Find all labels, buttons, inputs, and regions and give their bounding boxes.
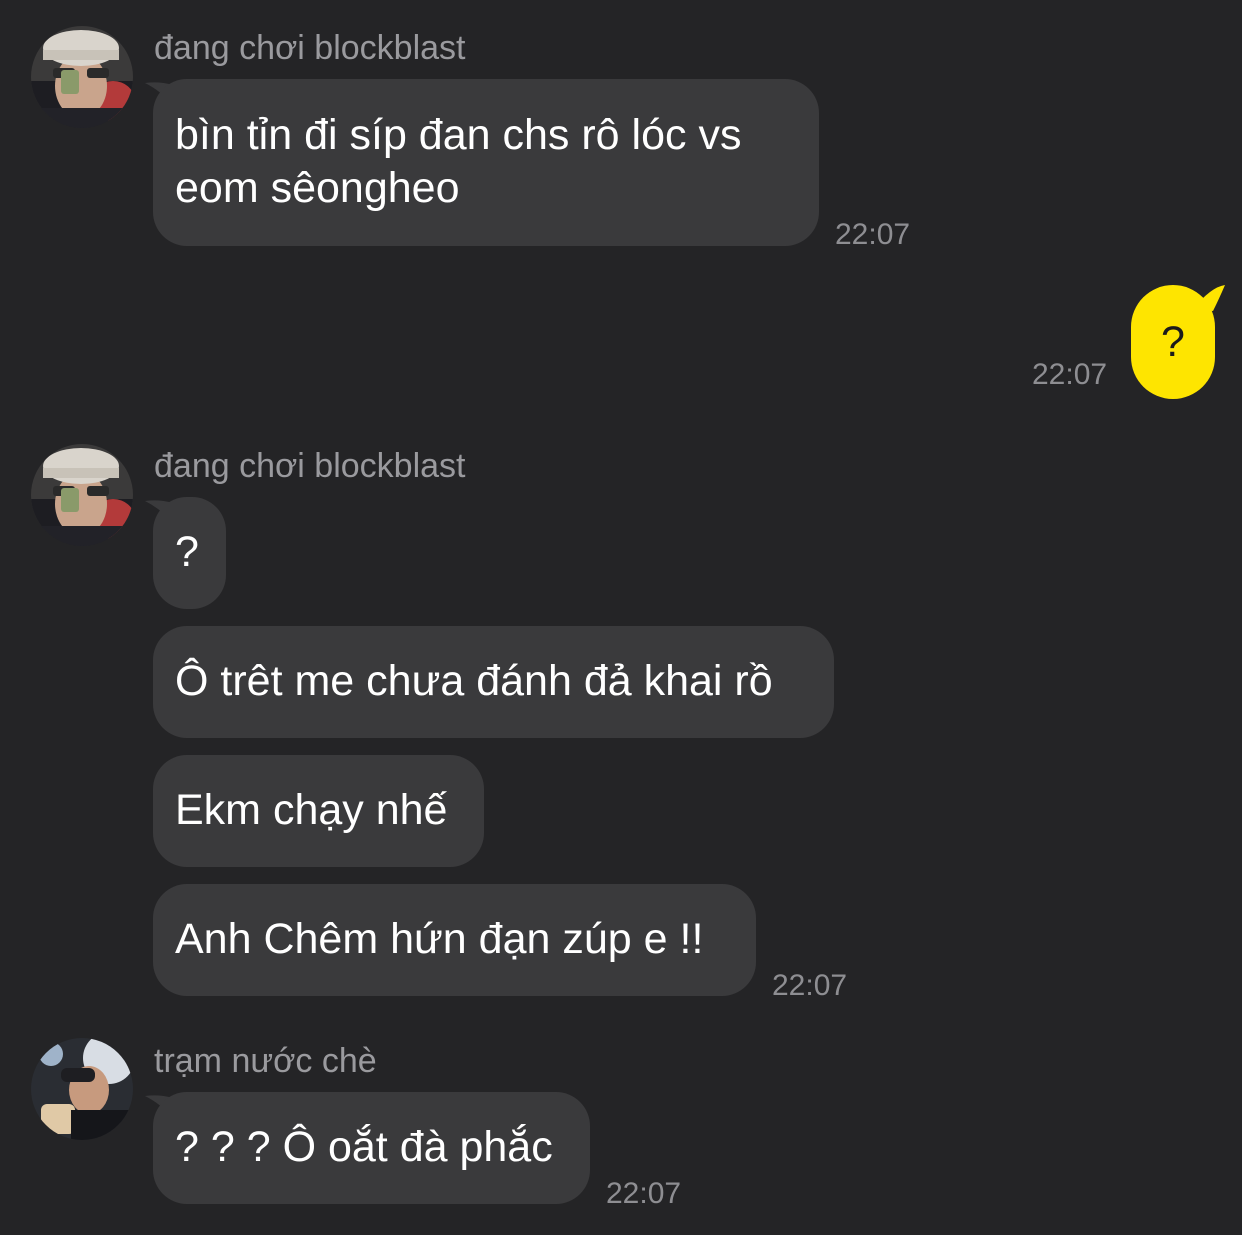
message-text: Ekm chạy nhế	[175, 786, 448, 834]
avatar[interactable]	[31, 26, 133, 128]
message-text: ?	[175, 528, 199, 576]
message-text: ? ? ? Ô oắt đà phắc	[175, 1123, 553, 1171]
message-timestamp: 22:07	[606, 1177, 682, 1210]
avatar[interactable]	[31, 444, 133, 546]
avatar[interactable]	[31, 1038, 133, 1140]
message-bubble[interactable]: bìn tỉn đi síp đan chs rô lóc vs eom sêo…	[153, 79, 819, 246]
sender-name: đang chơi blockblast	[154, 447, 466, 485]
message-text: ?	[1161, 317, 1185, 366]
message-bubble[interactable]: Ô trêt me chưa đánh đả khai rồ	[153, 626, 834, 738]
message-bubble[interactable]: ?	[153, 497, 226, 609]
profile-photo-icon	[31, 444, 133, 546]
sender-name: đang chơi blockblast	[154, 29, 466, 67]
my-message-bubble[interactable]: ?	[1131, 285, 1215, 399]
message-text-line: bìn tỉn đi síp đan chs rô lóc vs	[175, 111, 742, 159]
chat-thread[interactable]: đang chơi blockblast bìn tỉn đi síp đan …	[0, 0, 1242, 1235]
message-timestamp: 22:07	[1032, 358, 1108, 391]
message-timestamp: 22:07	[772, 969, 848, 1002]
message-bubble[interactable]: Anh Chêm hứn đạn zúp e !!	[153, 884, 756, 996]
sender-name: trạm nước chè	[154, 1042, 377, 1080]
profile-photo-icon	[31, 1038, 133, 1140]
message-text: Anh Chêm hứn đạn zúp e !!	[175, 915, 704, 963]
message-bubble[interactable]: ? ? ? Ô oắt đà phắc	[153, 1092, 590, 1204]
message-bubble[interactable]: Ekm chạy nhế	[153, 755, 484, 867]
message-text: Ô trêt me chưa đánh đả khai rồ	[175, 657, 773, 705]
message-text-line: eom sêongheo	[175, 164, 460, 212]
profile-photo-icon	[31, 26, 133, 128]
message-timestamp: 22:07	[835, 218, 911, 251]
